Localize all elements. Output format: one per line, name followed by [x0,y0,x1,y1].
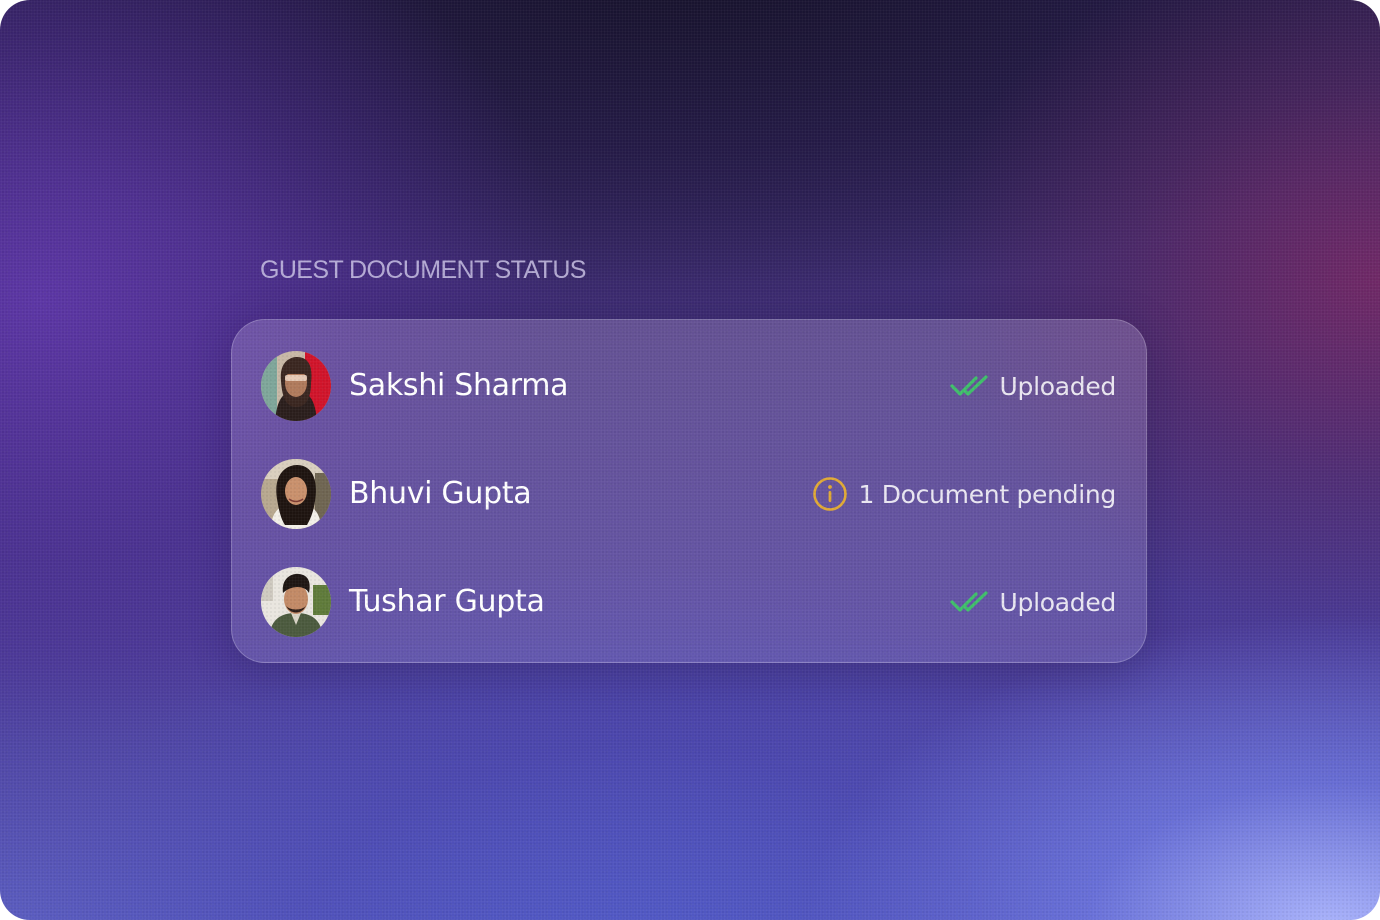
guest-row[interactable]: Tushar Gupta Uploaded [232,552,1146,652]
guest-row[interactable]: Bhuvi Gupta 1 Document pending [232,444,1146,544]
guest-name: Sakshi Sharma [349,368,569,403]
status-uploaded: Uploaded [949,582,1117,622]
status-pending: 1 Document pending [812,474,1116,514]
info-circle-icon [812,476,848,512]
avatar [261,567,331,637]
section-title: GUEST DOCUMENT STATUS [260,256,586,284]
guest-name: Bhuvi Gupta [349,476,532,511]
avatar [261,459,331,529]
status-uploaded: Uploaded [949,366,1117,406]
double-check-icon [949,591,990,613]
guest-row[interactable]: Sakshi Sharma Uploaded [232,336,1146,436]
double-check-icon [949,375,990,397]
background-frame: GUEST DOCUMENT STATUS Sakshi Sharma Uplo… [0,0,1380,920]
guest-name: Tushar Gupta [349,584,545,619]
guest-status-card: Sakshi Sharma Uploaded Bhuvi Gupta 1 Doc… [231,319,1147,663]
status-text: 1 Document pending [858,479,1116,509]
status-text: Uploaded [999,587,1117,617]
avatar [261,351,331,421]
status-text: Uploaded [999,371,1117,401]
